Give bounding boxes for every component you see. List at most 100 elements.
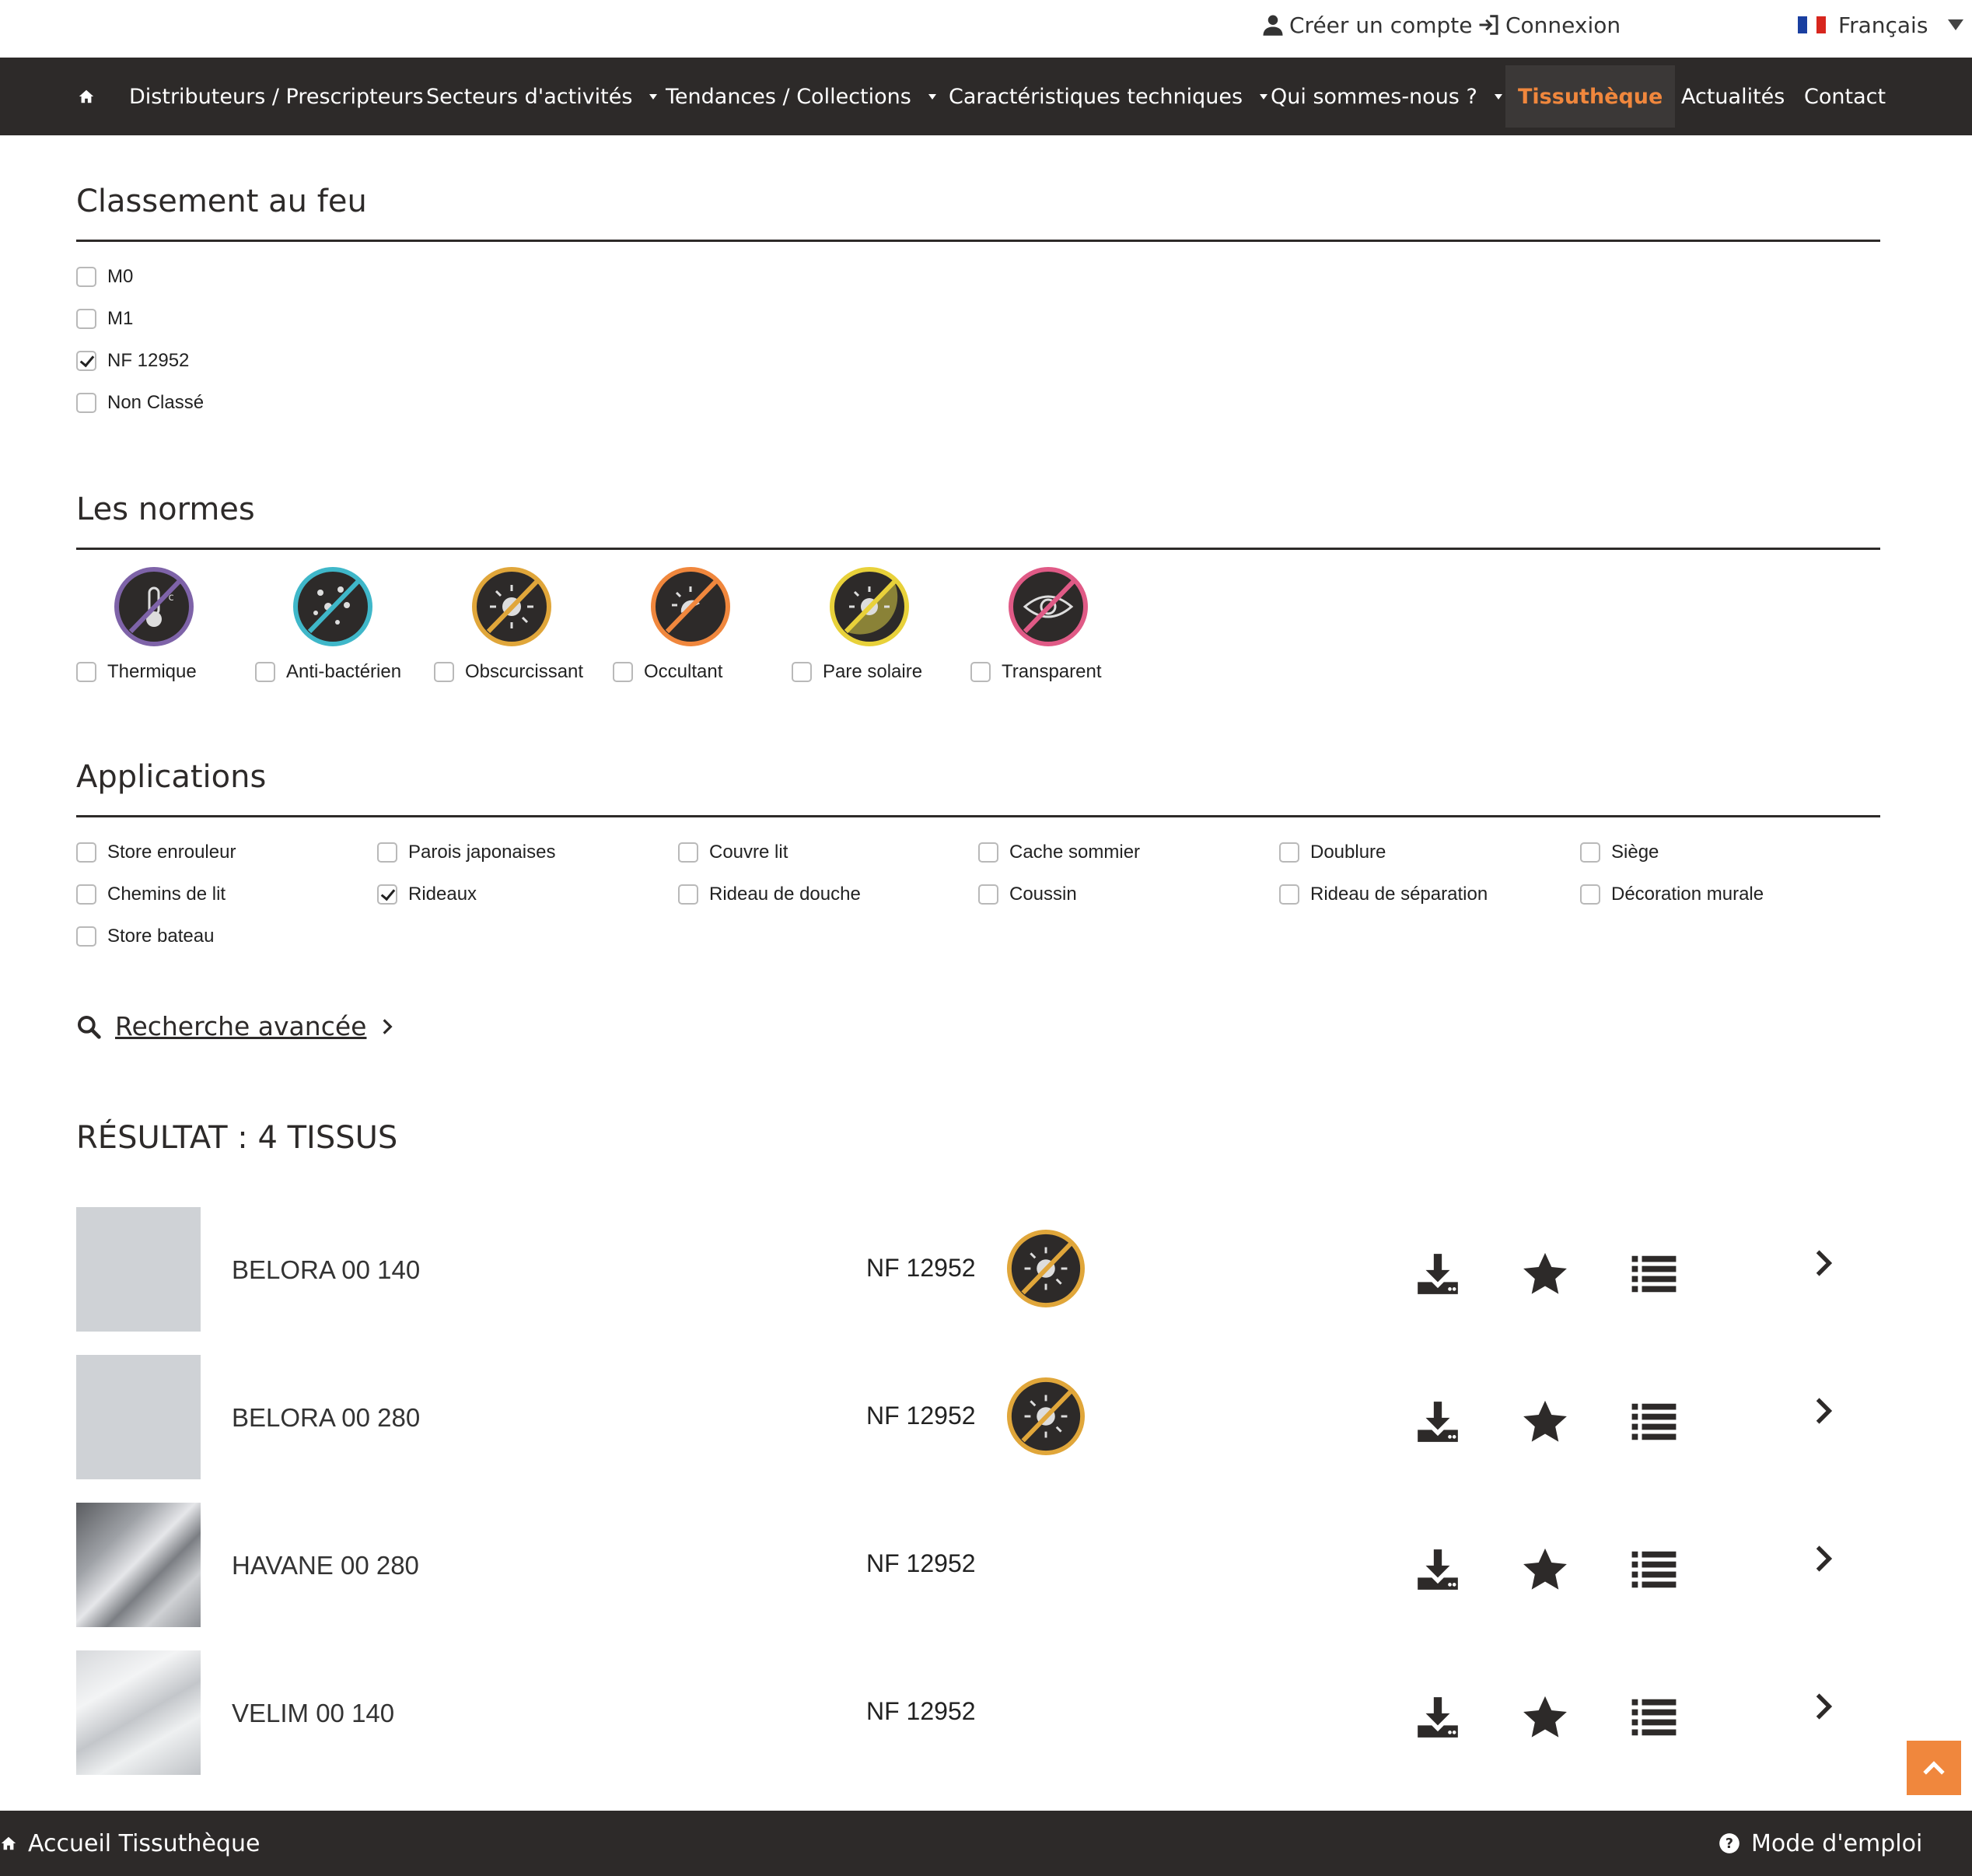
- language-selector[interactable]: Français: [1798, 9, 1964, 40]
- app-option-coussin[interactable]: Coussin: [978, 884, 1077, 905]
- chevron-right-icon[interactable]: [1810, 1689, 1837, 1724]
- norm-option-anti-bacterien[interactable]: Anti-bactérien: [255, 661, 401, 683]
- checkbox[interactable]: [434, 662, 454, 682]
- checkbox[interactable]: [76, 393, 96, 413]
- checkbox[interactable]: [255, 662, 275, 682]
- app-option-rideau-de-separation[interactable]: Rideau de séparation: [1279, 884, 1488, 905]
- option-label: NF 12952: [107, 350, 190, 371]
- favorite-button[interactable]: [1521, 1545, 1569, 1594]
- fabric-swatch[interactable]: [76, 1207, 201, 1332]
- checkbox[interactable]: [76, 884, 96, 905]
- chevron-right-icon[interactable]: [1810, 1394, 1837, 1428]
- checkbox[interactable]: [1580, 884, 1600, 905]
- footer-help-link[interactable]: ? Mode d'emploi: [1719, 1828, 1922, 1859]
- checkbox[interactable]: [76, 842, 96, 863]
- norm-option-transparent[interactable]: Transparent: [970, 661, 1102, 683]
- norm-option-pare-solaire[interactable]: Pare solaire: [792, 661, 922, 683]
- list-icon: [1631, 1403, 1677, 1440]
- fire-option-nf12952[interactable]: NF 12952: [76, 350, 189, 372]
- checkbox[interactable]: [678, 884, 698, 905]
- nav-qui-sommes-nous[interactable]: Qui sommes-nous ?: [1271, 65, 1502, 128]
- checkbox-checked[interactable]: [377, 884, 397, 905]
- fabric-name[interactable]: VELIM 00 140: [232, 1699, 394, 1728]
- download-button[interactable]: [1414, 1398, 1462, 1446]
- app-option-siege[interactable]: Siège: [1580, 842, 1659, 863]
- details-list-button[interactable]: [1630, 1693, 1678, 1741]
- app-option-decoration-murale[interactable]: Décoration murale: [1580, 884, 1764, 905]
- app-option-store-bateau[interactable]: Store bateau: [76, 926, 214, 947]
- footer-home-label: Accueil Tissuthèque: [28, 1829, 260, 1857]
- checkbox[interactable]: [1279, 884, 1299, 905]
- fabric-name[interactable]: HAVANE 00 280: [232, 1551, 419, 1580]
- norm-option-obscurcissant[interactable]: Obscurcissant: [434, 661, 583, 683]
- app-option-doublure[interactable]: Doublure: [1279, 842, 1386, 863]
- app-option-cache-sommier[interactable]: Cache sommier: [978, 842, 1140, 863]
- download-button[interactable]: [1414, 1545, 1462, 1594]
- chevron-up-icon: [1923, 1761, 1945, 1775]
- chevron-right-icon[interactable]: [1810, 1542, 1837, 1576]
- favorite-button[interactable]: [1521, 1250, 1569, 1298]
- footer-home-link[interactable]: Accueil Tissuthèque: [0, 1828, 260, 1859]
- checkbox[interactable]: [792, 662, 812, 682]
- nav-caracteristiques[interactable]: Caractéristiques techniques: [949, 65, 1268, 128]
- norm-option-occultant[interactable]: Occultant: [613, 661, 722, 683]
- app-option-rideaux[interactable]: Rideaux: [377, 884, 477, 905]
- app-option-store-enrouleur[interactable]: Store enrouleur: [76, 842, 236, 863]
- star-icon: [1523, 1252, 1567, 1294]
- chevron-right-icon: [383, 1018, 393, 1034]
- fabric-swatch[interactable]: [76, 1650, 201, 1775]
- nav-actualites[interactable]: Actualités: [1681, 65, 1785, 128]
- checkbox[interactable]: [377, 842, 397, 863]
- fire-option-m0[interactable]: M0: [76, 266, 133, 288]
- advanced-search-link[interactable]: Recherche avancée: [76, 1011, 394, 1041]
- eye-icon: [1009, 567, 1088, 646]
- nav-distributeurs[interactable]: Distributeurs / Prescripteurs: [129, 65, 424, 128]
- checkbox[interactable]: [1279, 842, 1299, 863]
- app-option-chemins-de-lit[interactable]: Chemins de lit: [76, 884, 226, 905]
- favorite-button[interactable]: [1521, 1693, 1569, 1741]
- fire-option-m1[interactable]: M1: [76, 308, 133, 330]
- favorite-button[interactable]: [1521, 1398, 1569, 1446]
- fabric-swatch[interactable]: [76, 1503, 201, 1627]
- home-icon: [79, 89, 94, 103]
- create-account-link[interactable]: Créer un compte: [1261, 9, 1472, 40]
- app-option-rideau-de-douche[interactable]: Rideau de douche: [678, 884, 861, 905]
- details-list-button[interactable]: [1630, 1398, 1678, 1446]
- checkbox[interactable]: [76, 309, 96, 329]
- norm-option-thermique[interactable]: Thermique: [76, 661, 197, 683]
- login-link[interactable]: Connexion: [1477, 9, 1621, 40]
- fire-option-non-classe[interactable]: Non Classé: [76, 392, 204, 414]
- nav-tendances[interactable]: Tendances / Collections: [666, 65, 936, 128]
- app-option-couvre-lit[interactable]: Couvre lit: [678, 842, 788, 863]
- checkbox[interactable]: [970, 662, 991, 682]
- nav-home[interactable]: [78, 65, 95, 128]
- chevron-right-icon[interactable]: [1810, 1246, 1837, 1280]
- details-list-button[interactable]: [1630, 1545, 1678, 1594]
- caret-down-icon: [1260, 93, 1268, 100]
- checkbox[interactable]: [613, 662, 633, 682]
- checkbox[interactable]: [678, 842, 698, 863]
- nav-label: Tendances / Collections: [666, 84, 911, 109]
- checkbox-checked[interactable]: [76, 351, 96, 371]
- checkbox[interactable]: [1580, 842, 1600, 863]
- checkbox[interactable]: [978, 884, 998, 905]
- download-button[interactable]: [1414, 1250, 1462, 1298]
- checkbox[interactable]: [76, 926, 96, 947]
- sun-shade-icon: [830, 567, 909, 646]
- fabric-name[interactable]: BELORA 00 140: [232, 1255, 420, 1285]
- checkbox[interactable]: [76, 267, 96, 287]
- nav-contact[interactable]: Contact: [1804, 65, 1886, 128]
- details-list-button[interactable]: [1630, 1250, 1678, 1298]
- nav-secteurs[interactable]: Secteurs d'activités: [426, 65, 658, 128]
- fabric-swatch[interactable]: [76, 1355, 201, 1479]
- nav-tissutheque[interactable]: Tissuthèque: [1505, 65, 1676, 128]
- fabric-name[interactable]: BELORA 00 280: [232, 1403, 420, 1433]
- scroll-to-top-button[interactable]: [1907, 1741, 1961, 1795]
- download-icon: [1418, 1402, 1458, 1442]
- checkbox[interactable]: [978, 842, 998, 863]
- checkbox[interactable]: [76, 662, 96, 682]
- bacteria-icon: [293, 567, 372, 646]
- app-option-parois-japonaises[interactable]: Parois japonaises: [377, 842, 555, 863]
- download-button[interactable]: [1414, 1693, 1462, 1741]
- caret-down-icon: [649, 93, 658, 100]
